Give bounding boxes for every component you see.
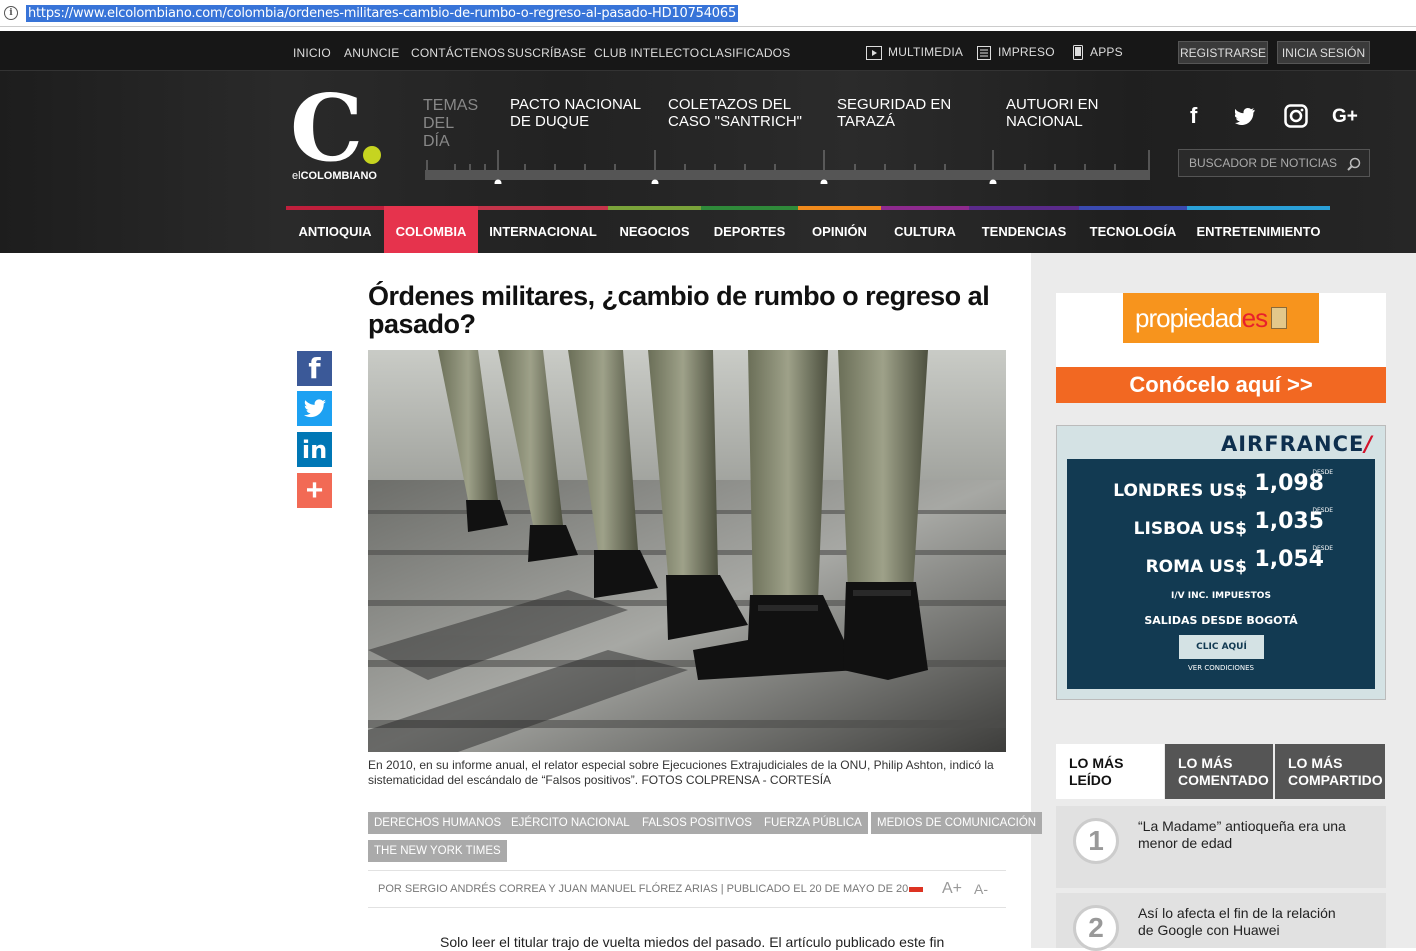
nav-contactenos[interactable]: CONTÁCTENOS: [411, 46, 505, 60]
airfrance-brand: AIRFRANCE/: [1220, 432, 1373, 456]
multimedia-label: MULTIMEDIA: [888, 45, 964, 59]
article-byline: POR SERGIO ANDRÉS CORREA Y JUAN MANUEL F…: [368, 870, 1006, 908]
article-image: [368, 350, 1006, 752]
category-entretenimiento[interactable]: ENTRETENIMIENTO: [1187, 206, 1330, 253]
nav-clasificados[interactable]: CLASIFICADOS: [700, 46, 790, 60]
plus-icon: +: [305, 473, 324, 507]
rank-badge: 2: [1073, 905, 1119, 951]
airfrance-cta-button[interactable]: CLIC AQUÍ: [1179, 635, 1264, 659]
category-colombia[interactable]: COLOMBIA: [384, 206, 478, 253]
tag-link[interactable]: MEDIOS DE COMUNICACIÓN: [871, 812, 1043, 834]
propiedades-logo: propiedad es: [1123, 293, 1319, 343]
article-title: Órdenes militares, ¿cambio de rumbo o re…: [368, 281, 990, 339]
temas-del-dia-label: TEMAS DEL DÍA: [423, 97, 479, 150]
logo-letter: C: [290, 74, 364, 182]
list-item[interactable]: 2 Así lo afecta el fin de la relación de …: [1056, 893, 1386, 951]
tag-link[interactable]: FALSOS POSITIVOS: [636, 812, 758, 834]
tag-link[interactable]: THE NEW YORK TIMES: [368, 840, 507, 862]
nav-anuncie[interactable]: ANUNCIE: [344, 46, 399, 60]
share-linkedin-button[interactable]: in: [297, 432, 332, 467]
tag-link[interactable]: DERECHOS HUMANOS: [368, 812, 508, 834]
linkedin-icon: in: [301, 435, 328, 464]
soldiers-boots-image: [368, 350, 1006, 752]
category-nav: ANTIOQUIA COLOMBIA INTERNACIONAL NEGOCIO…: [286, 206, 1330, 253]
info-icon[interactable]: i: [4, 6, 18, 20]
share-facebook-button[interactable]: f: [297, 351, 332, 386]
tab-mas-compartido[interactable]: LO MÁS COMPARTIDO: [1275, 744, 1385, 799]
search-icon[interactable]: [1347, 157, 1361, 171]
house-icon: [1271, 307, 1288, 329]
airfrance-ad[interactable]: AIRFRANCE/ DESDE 1,098 LONDRES US$ DESDE…: [1056, 425, 1386, 700]
impreso-label: IMPRESO: [998, 45, 1055, 59]
category-antioquia[interactable]: ANTIOQUIA: [286, 206, 384, 253]
nav-suscribase[interactable]: SUSCRÍBASE: [507, 46, 586, 60]
tag-link[interactable]: EJÉRCITO NACIONAL: [505, 812, 636, 834]
tag-link[interactable]: FUERZA PÚBLICA: [758, 812, 868, 834]
timeline-ruler: [425, 150, 1150, 184]
topic-link[interactable]: SEGURIDAD EN TARAZÁ: [837, 96, 951, 130]
topic-link[interactable]: COLETAZOS DEL CASO "SANTRICH": [668, 96, 802, 130]
twitter-icon: [303, 398, 326, 417]
google-plus-icon[interactable]: G+: [1332, 106, 1358, 128]
twitter-icon[interactable]: [1235, 108, 1259, 126]
font-increase-button[interactable]: A+: [942, 880, 962, 898]
register-button[interactable]: REGISTRARSE: [1178, 41, 1268, 64]
tab-mas-comentado[interactable]: LO MÁS COMENTADO: [1165, 744, 1273, 799]
category-opinion[interactable]: OPINIÓN: [798, 206, 881, 253]
conditions-link[interactable]: VER CONDICIONES: [1067, 664, 1375, 672]
tab-mas-leido[interactable]: LO MÁS LEÍDO: [1056, 744, 1164, 799]
font-decrease-button[interactable]: A-: [974, 881, 988, 897]
share-more-button[interactable]: +: [297, 473, 332, 508]
search-input[interactable]: BUSCADOR DE NOTICIAS: [1178, 149, 1370, 177]
instagram-icon[interactable]: [1284, 104, 1308, 128]
image-caption: En 2010, en su informe anual, el relator…: [368, 758, 994, 787]
propiedades-cta[interactable]: Conócelo aquí >>: [1056, 367, 1386, 403]
nav-inicio[interactable]: INICIO: [293, 46, 331, 60]
category-tecnologia[interactable]: TECNOLOGÍA: [1079, 206, 1187, 253]
category-cultura[interactable]: CULTURA: [881, 206, 969, 253]
propiedades-ad[interactable]: propiedad es Conócelo aquí >>: [1056, 293, 1386, 403]
login-button[interactable]: INICIA SESIÓN: [1277, 41, 1370, 64]
category-internacional[interactable]: INTERNACIONAL: [478, 206, 608, 253]
play-icon: [866, 45, 882, 60]
airfrance-panel: DESDE 1,098 LONDRES US$ DESDE 1,035 LISB…: [1067, 459, 1375, 689]
redacted-mark: [909, 886, 924, 892]
list-item[interactable]: 1 “La Madame” antioqueña era una menor de…: [1056, 806, 1386, 888]
url-text[interactable]: https://www.elcolombiano.com/colombia/or…: [26, 4, 739, 22]
nav-impreso[interactable]: IMPRESO: [976, 45, 1055, 60]
logo-brand: elCOLOMBIANO: [292, 170, 377, 182]
nav-multimedia[interactable]: MULTIMEDIA: [866, 45, 963, 60]
nav-club-intelecto[interactable]: CLUB INTELECTO: [594, 46, 699, 60]
address-bar[interactable]: i https://www.elcolombiano.com/colombia/…: [0, 0, 1416, 27]
newspaper-icon: [977, 45, 991, 60]
list-item-title: “La Madame” antioqueña era una: [1138, 818, 1346, 834]
category-tendencias[interactable]: TENDENCIAS: [969, 206, 1079, 253]
list-item-title: Así lo afecta el fin de la relación: [1138, 905, 1336, 921]
facebook-icon[interactable]: f: [1190, 103, 1197, 129]
facebook-icon: f: [308, 352, 321, 385]
category-deportes[interactable]: DEPORTES: [701, 206, 798, 253]
topic-link[interactable]: AUTUORI EN NACIONAL: [1006, 96, 1099, 130]
site-logo[interactable]: C elCOLOMBIANO: [290, 74, 392, 183]
nav-apps[interactable]: APPS: [1072, 45, 1123, 61]
logo-dot: [363, 146, 381, 164]
apps-label: APPS: [1090, 45, 1123, 59]
byline-text: POR SERGIO ANDRÉS CORREA Y JUAN MANUEL F…: [378, 883, 909, 895]
category-negocios[interactable]: NEGOCIOS: [608, 206, 701, 253]
share-twitter-button[interactable]: [297, 391, 332, 426]
phone-icon: [1073, 45, 1083, 61]
rank-badge: 1: [1073, 818, 1119, 864]
search-placeholder: BUSCADOR DE NOTICIAS: [1189, 156, 1338, 170]
topic-link[interactable]: PACTO NACIONAL DE DUQUE: [510, 96, 641, 130]
